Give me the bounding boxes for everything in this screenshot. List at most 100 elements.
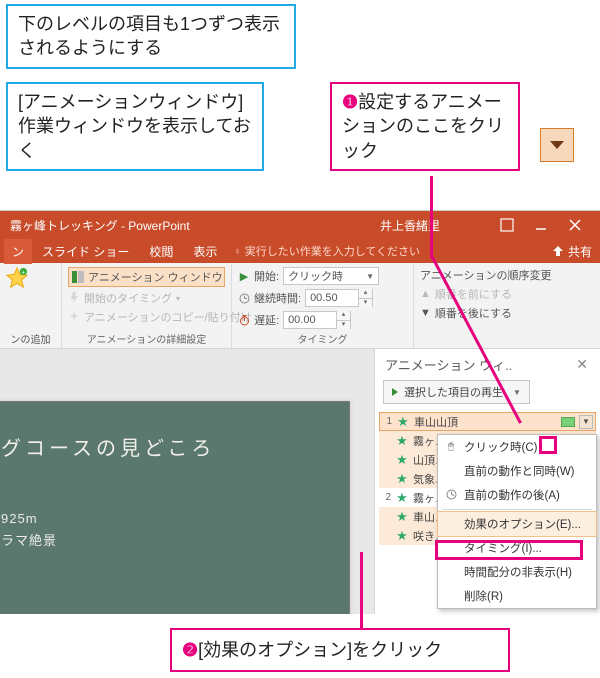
delay-icon	[238, 314, 250, 326]
svg-text:+: +	[22, 269, 26, 276]
mouse-icon: 🖱	[444, 439, 458, 453]
star-icon: ★	[396, 414, 410, 430]
callout-2-badge: ❷	[182, 640, 198, 660]
animation-pane-button[interactable]: アニメーション ウィンドウ	[68, 267, 225, 287]
slide-preview[interactable]: グコースの見どころ 925m ラマ絶景	[0, 401, 350, 614]
close-button[interactable]	[558, 211, 592, 239]
callout-2: ❷[効果のオプション]をクリック	[170, 628, 510, 672]
tab-slideshow[interactable]: スライド ショー	[32, 239, 139, 264]
up-arrow-icon: ▲	[420, 288, 431, 300]
leader-line-2	[360, 552, 363, 628]
animation-list: 1 ★ 車山山頂 ▼ 🖱 クリック時(C) 直前の動作と同時(W)	[375, 410, 600, 614]
close-pane-button[interactable]: ✕	[572, 356, 592, 373]
chevron-down-icon: ▼	[513, 388, 521, 397]
slide-line-2: ラマ絶景	[1, 530, 329, 549]
callout-top: 下のレベルの項目も1つずつ表示されるようにする	[6, 4, 296, 69]
callout-prep: [アニメーションウィンドウ]作業ウィンドウを表示しておく	[6, 82, 264, 171]
duration-label: 継続時間:	[254, 290, 301, 306]
animation-painter-icon	[68, 311, 80, 323]
menu-after-previous[interactable]: 直前の動作の後(A)	[438, 483, 596, 507]
star-icon: ★	[395, 433, 409, 449]
workspace: グコースの見どころ 925m ラマ絶景 アニメーション ウィ.. ✕ 選択した項…	[0, 349, 600, 614]
tab-animations-fragment[interactable]: ン	[4, 239, 32, 264]
target-highlight-effect-options	[435, 540, 583, 560]
ribbon: + ンの追加 アニメーション ウィンドウ 開始のタイミング ▾	[0, 263, 600, 349]
star-icon: ★	[395, 490, 409, 506]
star-icon: ★	[395, 509, 409, 525]
slide-line-1: 925m	[1, 511, 329, 526]
callout-1: ❶設定するアニメーションのここをクリック	[330, 82, 520, 171]
animation-pane-label: アニメーション ウィンドウ	[88, 269, 223, 285]
play-selected-label: 選択した項目の再生	[404, 384, 503, 400]
dropdown-sample-icon	[540, 128, 574, 162]
ribbon-options-button[interactable]	[490, 211, 524, 239]
animation-pane-icon	[72, 271, 84, 283]
play-row: 選択した項目の再生 ▼	[383, 380, 592, 404]
duration-bar	[561, 417, 575, 427]
spin-down[interactable]: ▾	[358, 298, 372, 307]
animation-pane: アニメーション ウィ.. ✕ 選択した項目の再生 ▼ 1 ★ 車山山頂 ▼	[374, 349, 600, 614]
ribbon-tabs: ン スライド ショー 校閲 表示 ♀ 実行したい作業を入力してください 共有	[0, 239, 600, 263]
spin-down[interactable]: ▾	[336, 320, 350, 329]
animation-list-item-1[interactable]: 1 ★ 車山山頂 ▼	[379, 412, 596, 431]
add-animation-icon[interactable]: +	[6, 267, 28, 289]
callout-1-text: 設定するアニメーションのここをクリック	[342, 92, 504, 161]
star-icon: ★	[395, 471, 409, 487]
group-timing-label: タイミング	[238, 331, 407, 346]
menu-effect-options[interactable]: 効果のオプション(E)...	[437, 511, 597, 537]
item-dropdown-button[interactable]: ▼	[579, 415, 593, 429]
start-label: 開始:	[254, 268, 279, 284]
group-advanced-animation-label: アニメーションの詳細設定	[68, 331, 225, 346]
chevron-down-icon: ▼	[366, 272, 374, 281]
item-number: 1	[382, 416, 392, 427]
star-icon: ★	[395, 528, 409, 544]
menu-on-click[interactable]: 🖱 クリック時(C)	[438, 435, 596, 459]
duration-spinner[interactable]: 00.50 ▴▾	[305, 289, 373, 307]
menu-on-click-label: クリック時(C)	[464, 442, 537, 454]
clock-icon	[444, 487, 458, 501]
share-label: 共有	[568, 243, 592, 260]
share-button[interactable]: 共有	[552, 243, 592, 260]
menu-with-previous[interactable]: 直前の動作と同時(W)	[438, 459, 596, 483]
start-select[interactable]: クリック時 ▼	[283, 267, 379, 285]
delay-label: 遅延:	[254, 312, 279, 328]
tell-me-box[interactable]: ♀ 実行したい作業を入力してください	[233, 243, 552, 259]
trigger-label: 開始のタイミング	[84, 290, 172, 306]
delay-spinner[interactable]: 00.00 ▴▾	[283, 311, 351, 329]
spin-up[interactable]: ▴	[358, 289, 372, 298]
minimize-button[interactable]	[524, 211, 558, 239]
duration-icon	[238, 292, 250, 304]
target-highlight-dropdown	[539, 436, 557, 454]
spin-up[interactable]: ▴	[336, 311, 350, 320]
move-earlier-button[interactable]: ▲ 順番を前にする	[420, 286, 594, 302]
window-title: 霧ヶ峰トレッキング - PowerPoint	[10, 217, 190, 234]
start-row: ▶ 開始: クリック時 ▼	[238, 267, 407, 285]
slide-canvas[interactable]: グコースの見どころ 925m ラマ絶景	[0, 349, 374, 614]
menu-after-previous-label: 直前の動作の後(A)	[464, 490, 560, 502]
start-icon: ▶	[238, 270, 250, 282]
move-later-button[interactable]: ▼ 順番を後にする	[420, 305, 594, 321]
menu-remove[interactable]: 削除(R)	[438, 584, 596, 608]
context-menu: 🖱 クリック時(C) 直前の動作と同時(W) 直前の動作の後(A) 効果のオプシ…	[437, 434, 597, 609]
slide-title: グコースの見どころ	[1, 432, 329, 461]
duration-value: 00.50	[306, 292, 358, 304]
animation-painter-label: アニメーションのコピー/貼り付け	[84, 309, 252, 325]
trigger-button[interactable]: 開始のタイミング ▾	[68, 290, 225, 306]
title-bar: 霧ヶ峰トレッキング - PowerPoint 井上香緒里	[0, 211, 600, 239]
add-animation-label: ンの追加	[6, 331, 55, 346]
callout-1-badge: ❶	[342, 92, 358, 112]
tab-review[interactable]: 校閲	[139, 239, 183, 264]
tab-view[interactable]: 表示	[183, 239, 227, 264]
item-number: 2	[381, 492, 391, 503]
star-icon: ★	[395, 452, 409, 468]
animation-painter-button[interactable]: アニメーションのコピー/貼り付け	[68, 309, 225, 325]
delay-row: 遅延: 00.00 ▴▾	[238, 311, 407, 329]
leader-line-1a	[430, 176, 433, 258]
delay-value: 00.00	[284, 314, 336, 326]
tell-me-placeholder: 実行したい作業を入力してください	[245, 246, 420, 258]
menu-hide-timeline[interactable]: 時間配分の非表示(H)	[438, 560, 596, 584]
move-later-label: 順番を後にする	[435, 305, 512, 321]
menu-separator	[442, 509, 592, 510]
start-value: クリック時	[288, 268, 360, 284]
down-arrow-icon: ▼	[420, 307, 431, 319]
